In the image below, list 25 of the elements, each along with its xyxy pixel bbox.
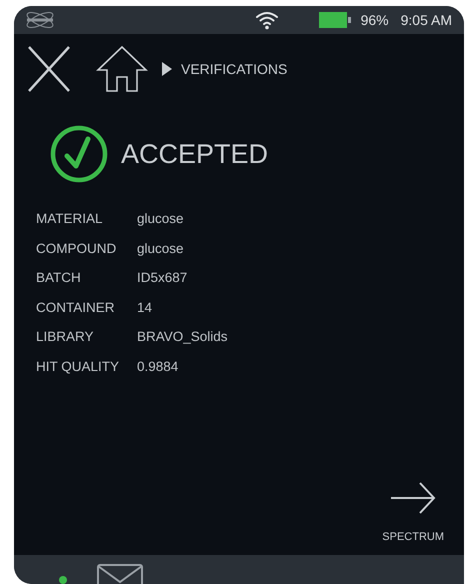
close-icon[interactable] — [27, 45, 71, 93]
result-status: ACCEPTED — [121, 138, 268, 170]
field-label: MATERIAL — [36, 211, 104, 226]
field-value: BRAVO_Solids — [137, 329, 228, 344]
field-label: COMPOUND — [36, 240, 118, 256]
field-value: glucose — [137, 211, 184, 226]
battery-icon — [318, 12, 351, 28]
breadcrumb-link[interactable]: VERIFICATIONS — [181, 61, 288, 77]
field-value: ID5x687 — [137, 270, 188, 286]
field-label: LIBRARY — [36, 329, 95, 344]
field-label: HIT QUALITY — [36, 358, 120, 374]
atom-logo-icon — [24, 9, 56, 31]
field-label: CONTAINER — [36, 300, 116, 315]
field-value: glucose — [137, 240, 184, 256]
wifi-icon — [254, 10, 279, 30]
spectrum-link[interactable]: SPECTRUM — [382, 531, 444, 543]
home-icon[interactable] — [96, 45, 148, 93]
clock-time: 9:05 AM — [400, 12, 452, 28]
field-value: 0.9884 — [137, 358, 178, 374]
dot-icon — [59, 576, 67, 584]
envelope-icon[interactable] — [97, 564, 143, 584]
field-value: 14 — [137, 300, 152, 315]
battery-percentage: 96% — [360, 12, 389, 28]
field-label: BATCH — [36, 270, 82, 286]
triangle-icon — [162, 62, 172, 76]
